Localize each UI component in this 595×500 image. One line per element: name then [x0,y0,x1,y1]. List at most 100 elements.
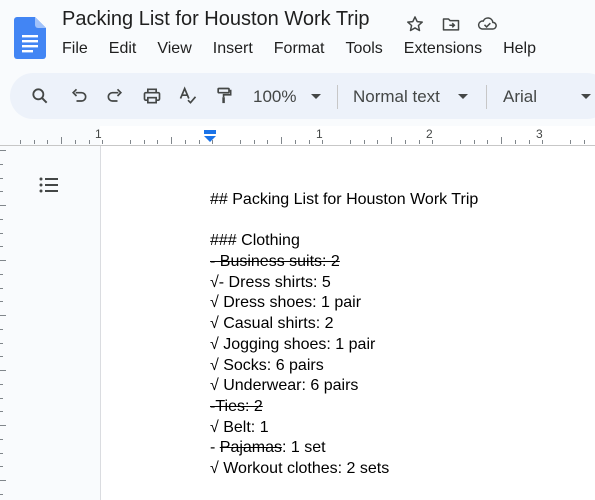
document-body[interactable]: ## Packing List for Houston Work Trip ##… [210,190,478,480]
title-actions [403,12,499,36]
menu-format[interactable]: Format [274,40,325,58]
ruler-tick [363,140,365,144]
star-icon[interactable] [403,12,427,36]
paint-format-icon[interactable] [212,84,236,108]
ruler-tick [404,140,406,144]
ruler-tick [349,140,351,144]
list-item-text: √ Jogging shoes: 1 pair [210,335,376,353]
ruler-tick [47,140,49,144]
menu-extensions[interactable]: Extensions [404,40,482,58]
ruler-tick [198,140,200,144]
menu-file[interactable]: File [62,40,88,58]
ruler-number: 1 [95,127,102,141]
horizontal-ruler[interactable]: 1 1 2 3 [0,126,595,146]
ruler-page-area [100,126,595,146]
ruler-tick [0,493,3,495]
undo-icon[interactable] [67,84,91,108]
menu-view[interactable]: View [157,40,191,58]
spellcheck-icon[interactable] [176,84,200,108]
list-item: √ Belt: 1 [210,418,478,439]
ruler-tick [267,140,269,144]
zoom-dropdown-icon[interactable] [311,94,321,99]
ruler-tick [102,140,104,144]
menu-insert[interactable]: Insert [213,40,253,58]
document-subheading: ### Clothing [210,232,300,250]
ruler-tick [0,411,3,413]
document-outline-icon[interactable] [37,173,61,197]
print-icon[interactable] [140,84,164,108]
ruler-tick [308,140,310,144]
ruler-tick [74,140,76,144]
ruler-tick [569,140,571,144]
list-item: √ Casual shirts: 2 [210,314,478,335]
ruler-tick [459,140,461,144]
google-docs-logo[interactable] [14,17,46,59]
ruler-tick [418,140,420,144]
ruler-tick [143,140,145,144]
struck-text: -Ties: 2 [210,397,263,415]
move-to-folder-icon[interactable] [439,12,463,36]
ruler-tick [0,397,3,399]
ruler-tick [0,452,3,454]
paragraph-style-select[interactable]: Normal text [353,87,440,107]
style-dropdown-icon[interactable] [458,94,468,99]
ruler-tick [542,140,544,144]
ruler-tick [61,137,62,144]
ruler-tick [0,370,6,371]
ruler-tick [0,260,6,261]
ruler-tick [157,140,159,144]
list-item: √ Jogging shoes: 1 pair [210,335,478,356]
font-dropdown-icon[interactable] [581,94,591,99]
list-item-text: √ Casual shirts: 2 [210,315,334,333]
ruler-tick [239,140,241,144]
zoom-select[interactable]: 100% [253,87,296,107]
struck-text: - Business suits: 2 [210,253,340,271]
ruler-tick [473,140,475,144]
list-item: √ Workout clothes: 2 sets [210,459,478,480]
ruler-tick [294,140,296,144]
ruler-tick [33,140,35,144]
ruler-tick [0,191,3,193]
ruler-tick [88,140,90,144]
menu-edit[interactable]: Edit [109,40,137,58]
ruler-number: 3 [536,127,543,141]
ruler-tick [0,246,3,248]
search-icon[interactable] [28,84,52,108]
toolbar-divider [337,85,338,109]
toolbar-divider [486,85,487,109]
ruler-number: 2 [426,127,433,141]
ruler-tick [391,137,392,144]
toolbar: 100% Normal text Arial [10,73,595,119]
redo-icon[interactable] [103,84,127,108]
document-title[interactable]: Packing List for Houston Work Trip [62,8,370,31]
ruler-tick [528,140,530,144]
list-item: √ Underwear: 6 pairs [210,376,478,397]
vertical-ruler[interactable] [0,146,6,500]
ruler-tick [129,140,131,144]
list-item-text: √ Dress shoes: 1 pair [210,294,362,312]
cloud-status-icon[interactable] [475,12,499,36]
ruler-number: 1 [316,127,323,141]
ruler-tick [0,287,3,289]
list-item-text: √ Underwear: 6 pairs [210,377,359,395]
ruler-tick [171,137,172,144]
ruler-tick [0,328,3,330]
ruler-tick [281,137,282,144]
list-item: - Business suits: 2 [210,252,478,273]
ruler-tick [0,273,3,275]
menu-tools[interactable]: Tools [345,40,382,58]
ruler-tick [514,140,516,144]
font-select[interactable]: Arial [503,87,537,107]
list-item-text: √ Socks: 6 pairs [210,356,324,374]
ruler-tick [322,140,324,144]
menu-help[interactable]: Help [503,40,536,58]
ruler-tick [184,140,186,144]
list-item-text: : 1 set [282,439,326,457]
ruler-tick [0,163,3,165]
list-item: √ Socks: 6 pairs [210,356,478,377]
ruler-tick [501,137,502,144]
ruler-tick [583,140,585,144]
ruler-tick [0,438,3,440]
ruler-tick [432,140,434,144]
ruler-tick [377,140,379,144]
